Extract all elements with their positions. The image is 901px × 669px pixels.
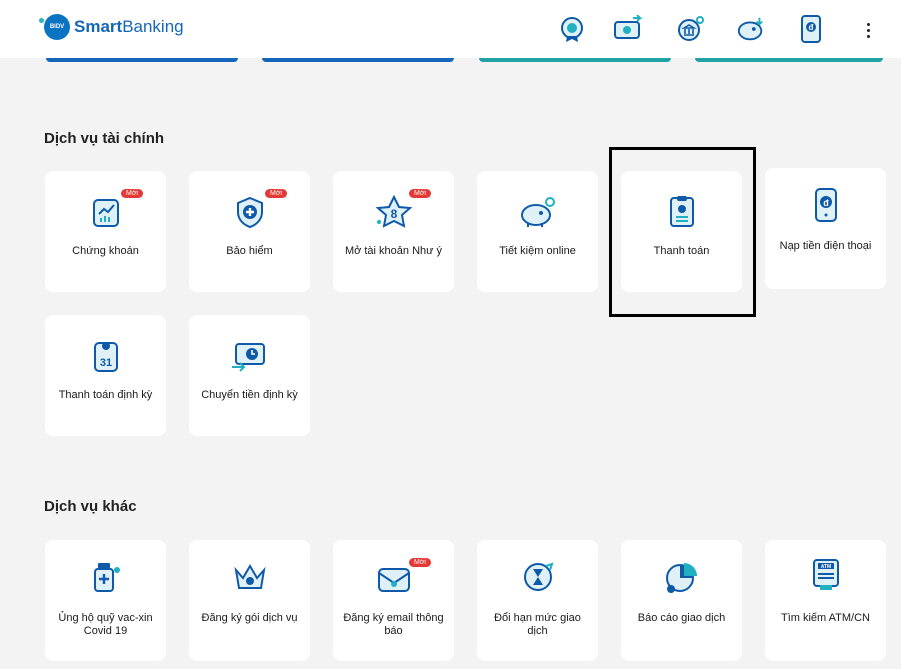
stock-chart-icon <box>86 193 126 231</box>
tile-label: Mở tài khoản Như ý <box>344 245 443 257</box>
svg-text:đ: đ <box>823 198 829 208</box>
tile-recurring-transfer[interactable]: Chuyển tiền định kỳ <box>189 315 310 436</box>
piggy-bank-icon[interactable] <box>736 14 766 44</box>
tile-service-package[interactable]: Đăng ký gói dịch vụ <box>189 540 310 661</box>
pie-report-icon <box>662 558 702 596</box>
tile-online-savings[interactable]: Tiết kiệm online <box>477 171 598 292</box>
tile-label: Đăng ký gói dịch vụ <box>201 612 298 624</box>
calendar-31-icon: 31 <box>86 337 126 375</box>
tile-label: Thanh toán định kỳ <box>58 389 153 401</box>
selection-highlight <box>609 147 756 317</box>
tile-label: Tìm kiếm ATM/CN <box>780 612 870 624</box>
mobile-topup-icon[interactable]: đ <box>796 14 826 44</box>
crown-package-icon <box>230 558 270 596</box>
email-notify-icon <box>374 560 414 598</box>
tile-insurance[interactable]: Mới Bảo hiểm <box>189 171 310 292</box>
tile-mobile-topup[interactable]: đ Nạp tiền điện thoại <box>765 168 886 289</box>
tile-label: Đổi hạn mức giao dịch <box>494 612 581 637</box>
tile-label: Đăng ký email thông báo <box>343 612 444 637</box>
piggy-bank-icon <box>518 193 558 231</box>
atm-text: ATM <box>820 564 830 570</box>
tile-recurring-payment[interactable]: 31 Thanh toán định kỳ <box>45 315 166 436</box>
vaccine-icon <box>86 558 126 596</box>
section-title-financial: Dịch vụ tài chính <box>44 130 165 147</box>
star-account-icon: 8 <box>374 193 414 231</box>
mobile-topup-icon: đ <box>806 186 846 224</box>
limit-hourglass-icon <box>518 558 558 596</box>
tile-label: Tiết kiệm online <box>499 245 576 257</box>
scrolled-card-4 <box>695 58 883 62</box>
tile-label: Bảo hiểm <box>226 245 273 257</box>
scheduled-transfer-icon <box>230 337 270 375</box>
money-transfer-icon[interactable] <box>613 14 643 44</box>
tile-find-atm[interactable]: ATM Tìm kiếm ATM/CN <box>765 540 886 661</box>
calendar-day: 31 <box>99 357 111 369</box>
bank-payment-icon[interactable] <box>676 14 706 44</box>
atm-icon: ATM <box>806 556 846 594</box>
tile-label: Chứng khoán <box>72 245 139 257</box>
scrolled-card-3 <box>479 58 671 62</box>
tile-stocks[interactable]: Mới Chứng khoán <box>45 171 166 292</box>
more-menu-icon[interactable] <box>858 18 878 42</box>
tile-email-notify[interactable]: Mới Đăng ký email thông báo <box>333 540 454 661</box>
tile-change-limit[interactable]: Đổi hạn mức giao dịch <box>477 540 598 661</box>
tile-vaccine-fund[interactable]: Ủng hộ quỹ vac-xin Covid 19 <box>45 540 166 661</box>
scrolled-card-2 <box>262 58 454 62</box>
tile-label: Nạp tiền điện thoại <box>779 240 872 252</box>
insurance-shield-icon <box>230 193 270 231</box>
top-bar: BIDV SmartBanking đ <box>0 0 901 58</box>
header-actions: đ <box>0 14 901 46</box>
tile-transaction-report[interactable]: Báo cáo giao dịch <box>621 540 742 661</box>
svg-text:8: 8 <box>390 207 397 221</box>
medal-icon[interactable] <box>557 14 587 44</box>
tile-label: Báo cáo giao dịch <box>637 612 726 624</box>
tile-label: Ủng hộ quỹ vac-xin Covid 19 <box>58 612 153 637</box>
tile-open-account[interactable]: Mới 8 Mở tài khoản Như ý <box>333 171 454 292</box>
tile-label: Chuyển tiền định kỳ <box>201 389 298 401</box>
scrolled-card-1 <box>46 58 238 62</box>
section-title-other: Dịch vụ khác <box>44 498 137 515</box>
svg-text:đ: đ <box>809 23 814 32</box>
